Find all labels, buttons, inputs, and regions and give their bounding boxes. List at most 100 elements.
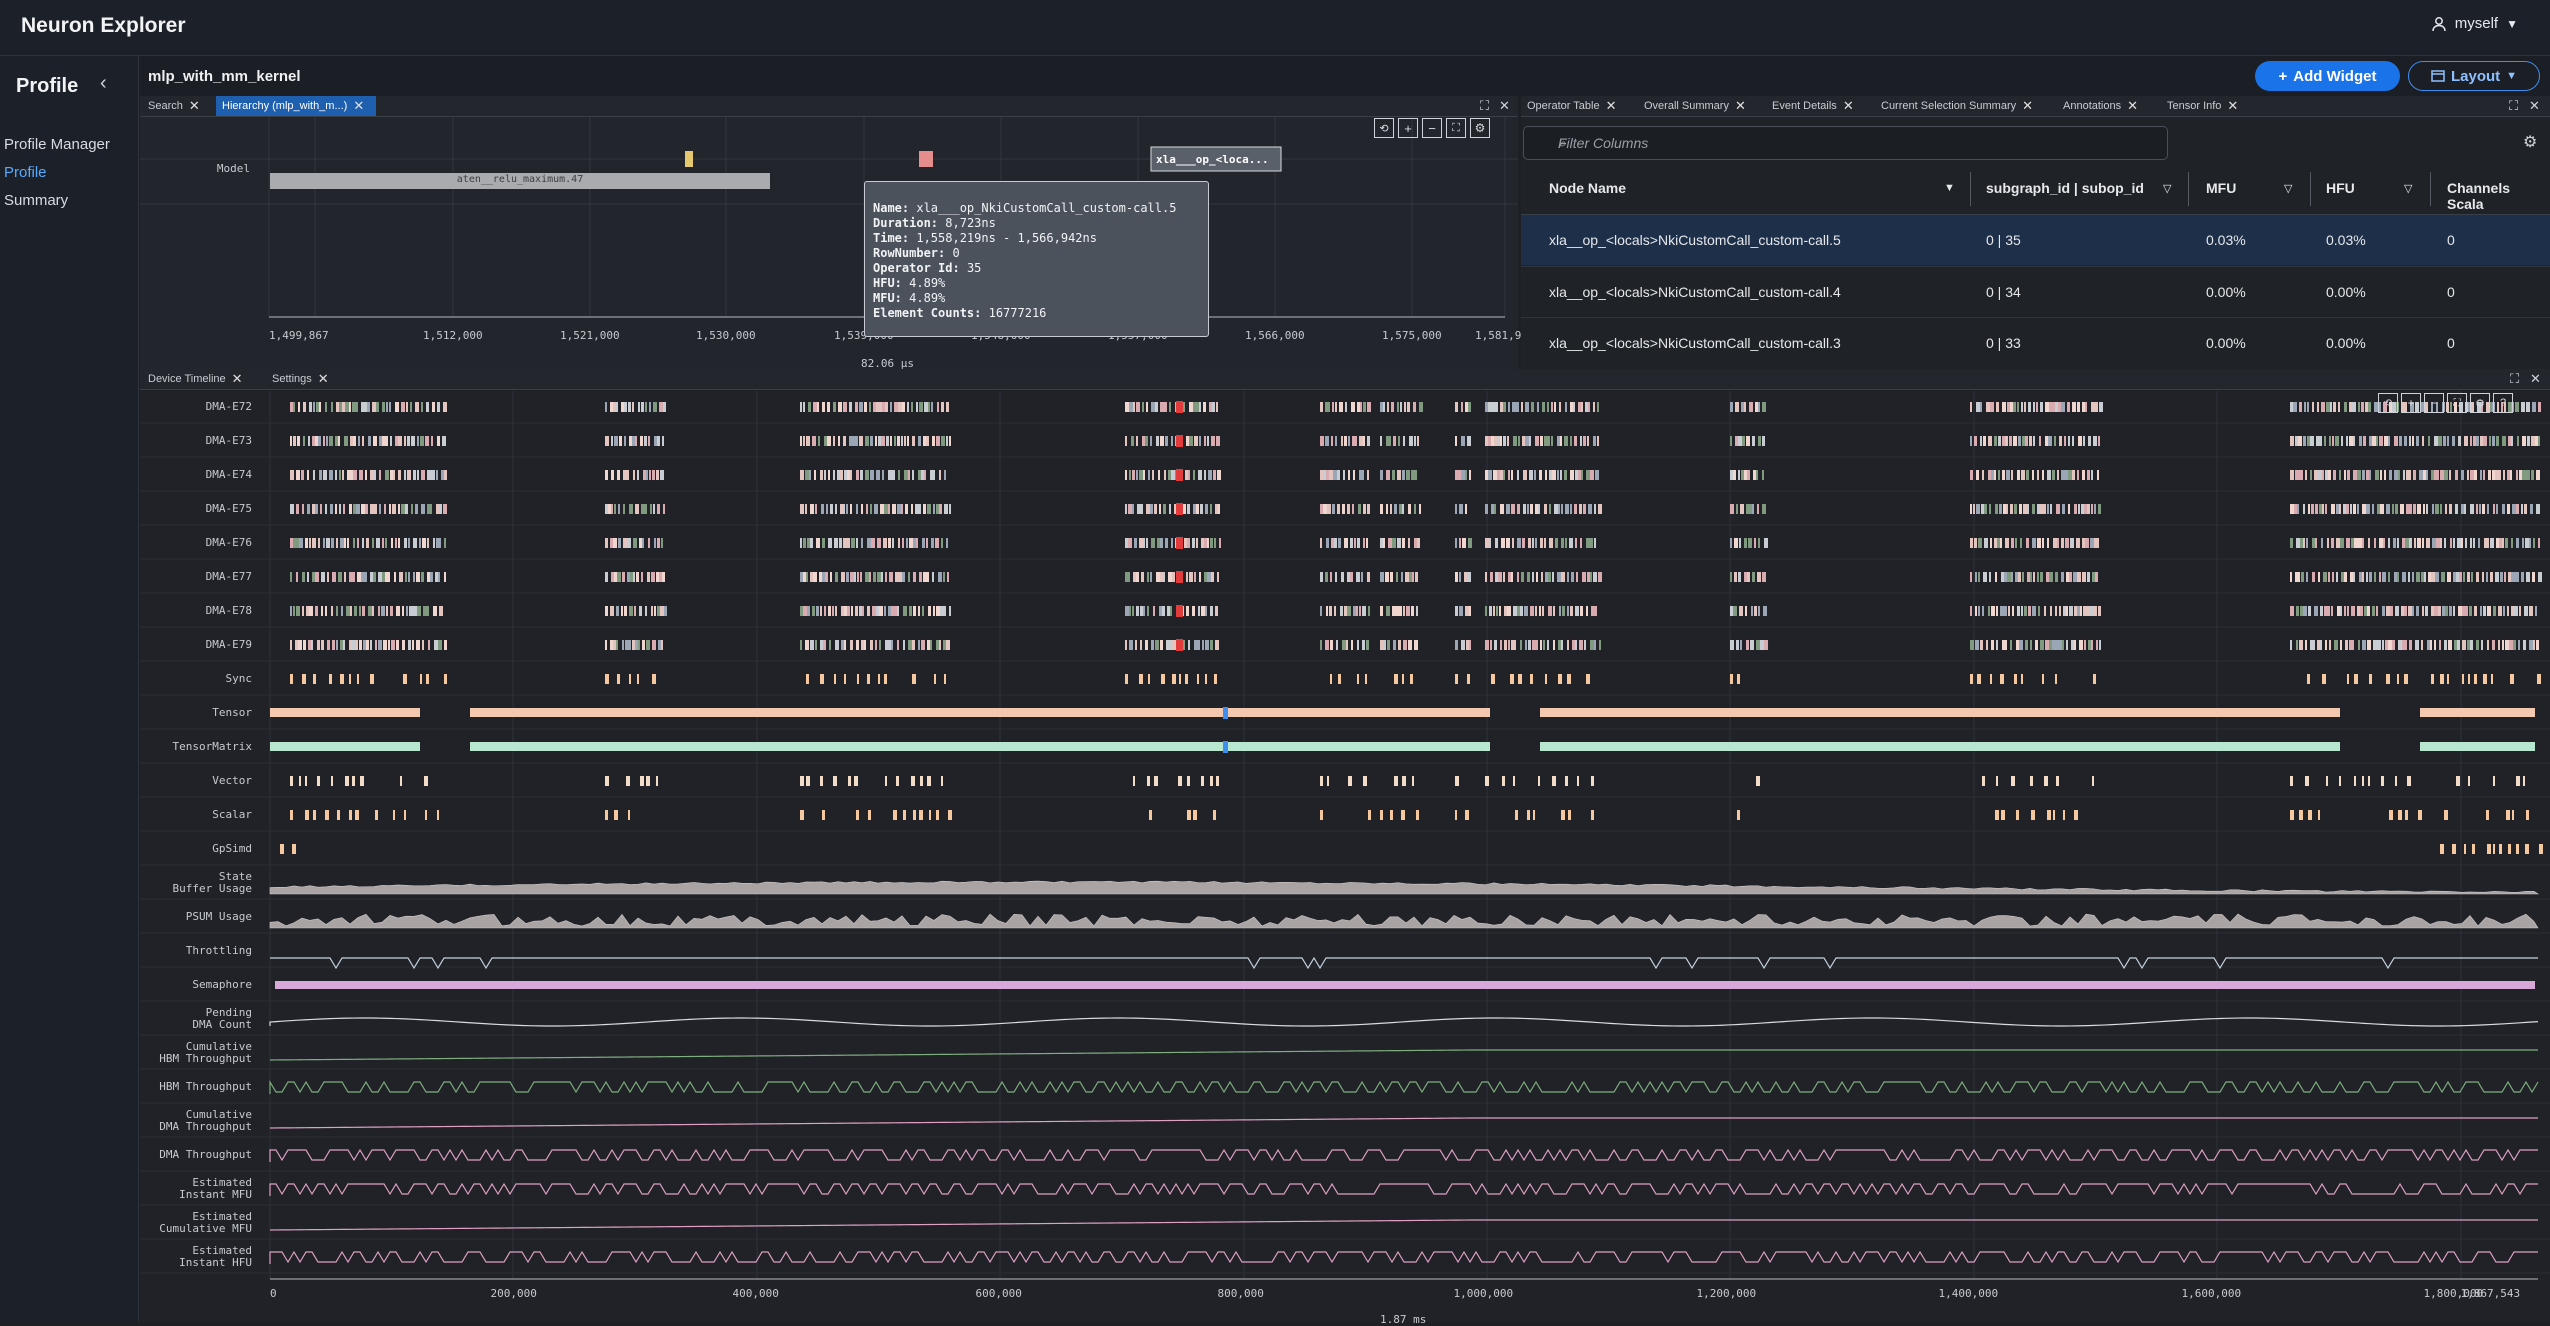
dma-event[interactable] [1485, 640, 1489, 650]
dma-event[interactable] [1465, 470, 1467, 480]
dma-event[interactable] [1515, 402, 1519, 412]
dma-event[interactable] [2452, 436, 2455, 446]
dma-event[interactable] [1570, 470, 1574, 480]
dma-event[interactable] [2084, 640, 2086, 650]
dma-event[interactable] [913, 572, 916, 582]
dma-event[interactable] [1590, 640, 1594, 650]
dma-event[interactable] [2498, 606, 2502, 616]
dma-event[interactable] [1589, 538, 1593, 548]
dma-event[interactable] [2384, 470, 2386, 480]
dma-event[interactable] [1517, 572, 1519, 582]
dma-event[interactable] [2453, 606, 2455, 616]
dma-event[interactable] [431, 436, 433, 446]
dma-event[interactable] [1411, 606, 1414, 616]
engine-event[interactable] [352, 776, 355, 786]
engine-event[interactable] [1348, 776, 1352, 786]
dma-event[interactable] [2397, 572, 2399, 582]
dma-event[interactable] [1417, 436, 1419, 446]
dma-event[interactable] [2061, 538, 2064, 548]
zoom-in-icon[interactable]: + [2401, 393, 2421, 413]
dma-event[interactable] [629, 504, 633, 514]
dma-event[interactable] [353, 436, 356, 446]
dma-event[interactable] [827, 402, 830, 412]
dma-event[interactable] [2404, 606, 2407, 616]
dma-event[interactable] [421, 572, 424, 582]
dma-event[interactable] [426, 402, 429, 412]
dma-event[interactable] [350, 470, 353, 480]
dma-event[interactable] [2062, 640, 2064, 650]
dma-event[interactable] [613, 538, 617, 548]
dma-event[interactable] [2331, 538, 2334, 548]
dma-event[interactable] [646, 640, 650, 650]
engine-event[interactable] [1591, 810, 1594, 820]
dma-event[interactable] [1989, 572, 1991, 582]
dma-event[interactable] [2353, 572, 2355, 582]
expand-icon[interactable]: ⛶ [2510, 371, 2519, 387]
dma-event[interactable] [1587, 436, 1589, 446]
dma-event[interactable] [327, 640, 330, 650]
dma-event[interactable] [2308, 504, 2310, 514]
dma-event[interactable] [2290, 470, 2294, 480]
dma-event[interactable] [813, 572, 817, 582]
dma-event[interactable] [2366, 470, 2369, 480]
engine-event[interactable] [313, 674, 316, 684]
dma-event[interactable] [1141, 504, 1143, 514]
dma-event[interactable] [413, 572, 415, 582]
dma-event[interactable] [1156, 436, 1159, 446]
dma-event[interactable] [835, 640, 839, 650]
column-divider[interactable] [1970, 172, 1971, 206]
dma-event[interactable] [2438, 436, 2442, 446]
engine-event[interactable] [893, 810, 897, 820]
dma-event[interactable] [416, 572, 420, 582]
dma-event[interactable] [2369, 470, 2371, 480]
dma-event[interactable] [605, 640, 607, 650]
add-widget-button[interactable]: + Add Widget [2255, 61, 2400, 91]
selected-event-marker[interactable] [1176, 435, 1183, 447]
dma-event[interactable] [1192, 606, 1195, 616]
dma-event[interactable] [1396, 572, 1398, 582]
dma-event[interactable] [865, 470, 869, 480]
dma-event[interactable] [2338, 402, 2340, 412]
dma-event[interactable] [1586, 538, 1589, 548]
dma-event[interactable] [1560, 436, 1562, 446]
dma-event[interactable] [2369, 436, 2372, 446]
dma-event[interactable] [1125, 606, 1129, 616]
dma-event[interactable] [2333, 402, 2336, 412]
engine-event[interactable] [944, 674, 946, 684]
engine-event[interactable] [2452, 844, 2456, 854]
dma-event[interactable] [806, 572, 808, 582]
engine-event[interactable] [2474, 674, 2477, 684]
dma-event[interactable] [1407, 402, 1410, 412]
dma-event[interactable] [323, 538, 325, 548]
dma-event[interactable] [923, 504, 926, 514]
dma-event[interactable] [407, 470, 411, 480]
dma-event[interactable] [827, 436, 831, 446]
zoom-out-icon[interactable]: − [1422, 118, 1442, 138]
dma-event[interactable] [2489, 436, 2491, 446]
close-icon[interactable]: ✕ [1843, 98, 1854, 114]
dma-event[interactable] [1545, 470, 1547, 480]
dma-event[interactable] [1488, 470, 1492, 480]
dma-event[interactable] [1194, 572, 1196, 582]
engine-event[interactable] [629, 674, 631, 684]
dma-event[interactable] [401, 504, 405, 514]
dma-event[interactable] [1567, 640, 1569, 650]
dma-event[interactable] [1986, 402, 1990, 412]
dma-event[interactable] [639, 538, 642, 548]
dma-event[interactable] [1735, 436, 1738, 446]
dma-event[interactable] [2310, 436, 2314, 446]
dma-event[interactable] [2483, 606, 2486, 616]
dma-event[interactable] [1762, 402, 1766, 412]
dma-event[interactable] [899, 572, 902, 582]
dma-event[interactable] [378, 572, 382, 582]
dma-event[interactable] [2469, 606, 2472, 616]
dma-event[interactable] [1461, 436, 1465, 446]
engine-event[interactable] [292, 844, 296, 854]
dma-event[interactable] [819, 572, 822, 582]
dma-event[interactable] [1569, 538, 1573, 548]
dma-event[interactable] [1366, 538, 1368, 548]
dma-event[interactable] [1537, 402, 1539, 412]
dma-event[interactable] [336, 538, 338, 548]
dma-event[interactable] [2008, 606, 2010, 616]
dma-event[interactable] [1544, 538, 1546, 548]
